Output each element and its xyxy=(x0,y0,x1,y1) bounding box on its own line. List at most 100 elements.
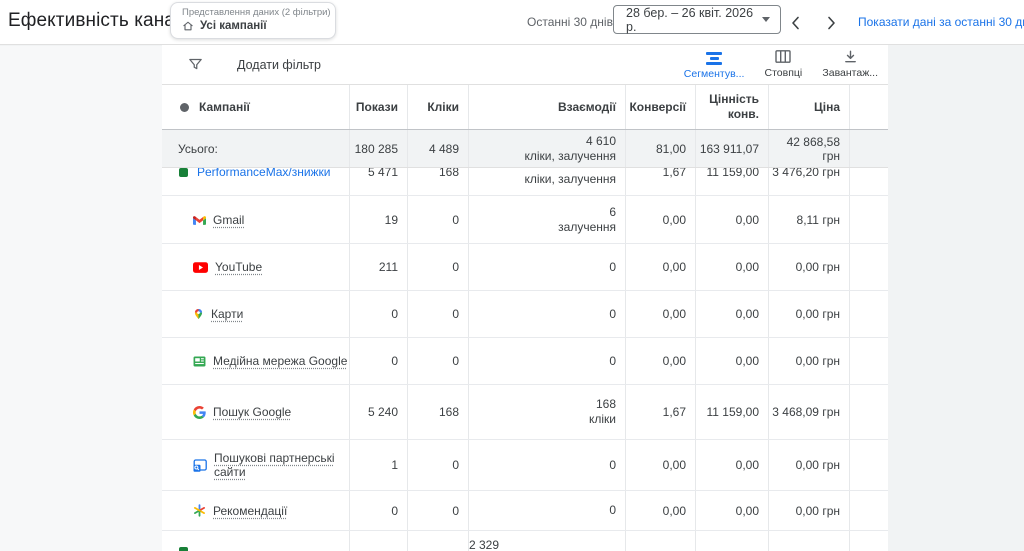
cell-cost: 0,00 грн xyxy=(768,491,849,530)
previous-period-button[interactable] xyxy=(783,11,807,35)
chevron-left-icon xyxy=(790,16,801,30)
cell-cost: 3 468,09 грн xyxy=(768,385,849,439)
cell-clicks: 0 xyxy=(407,491,468,530)
segment-icon xyxy=(706,49,722,65)
cell-conversions: 0,00 xyxy=(625,440,695,490)
next-period-button[interactable] xyxy=(819,11,843,35)
channel-link[interactable]: YouTube xyxy=(215,260,262,274)
top-bar: Ефективність каналів Представлення даних… xyxy=(0,0,1024,45)
google-search-icon xyxy=(193,406,206,419)
cell-clicks: 0 xyxy=(407,196,468,243)
data-view-chip[interactable]: Представлення даних (2 фільтри) Усі камп… xyxy=(170,2,336,39)
header-cost[interactable]: Ціна xyxy=(768,85,849,129)
table-row: Медійна мережа Google 0 0 0 0,00 0,00 0,… xyxy=(162,338,888,385)
youtube-icon xyxy=(193,262,208,273)
channel-link[interactable]: Gmail xyxy=(213,213,244,227)
campaign-link[interactable]: PerformanceMax/знижки xyxy=(197,168,331,179)
cell-cost: 0,00 грн xyxy=(768,291,849,337)
cell-conversion-value: 0,00 xyxy=(695,291,768,337)
cell-clicks: 0 xyxy=(407,244,468,290)
search-partners-icon xyxy=(193,459,207,472)
header-clicks[interactable]: Кліки xyxy=(407,85,468,129)
cell-cost: 3 476,20 грн xyxy=(768,168,849,195)
cell-conversion-value: 0,00 xyxy=(695,491,768,530)
cell-conversion-value: 11 159,00 xyxy=(695,168,768,195)
cell-conversion-value xyxy=(695,531,768,551)
cell-conversions: 0,00 xyxy=(625,244,695,290)
download-button[interactable]: Завантаж... xyxy=(822,49,878,79)
cell-impressions xyxy=(349,531,407,551)
header-campaign-label: Кампанії xyxy=(199,100,250,114)
performance-max-icon xyxy=(179,168,188,177)
header-conversions[interactable]: Конверсії xyxy=(625,85,695,129)
table-row: Карти 0 0 0 0,00 0,00 0,00 грн xyxy=(162,291,888,338)
cell-impressions: 19 xyxy=(349,196,407,243)
table-body: PerformanceMax/знижки 5 471 168 кліки, з… xyxy=(162,168,888,551)
filter-toolbar: Додати фільтр Сегментув... Стовпці xyxy=(162,45,888,85)
channel-link[interactable]: Рекомендації xyxy=(213,504,287,518)
cell-clicks: 0 xyxy=(407,440,468,490)
cell-interactions-caption: кліки, залучення xyxy=(524,172,616,187)
columns-icon xyxy=(775,49,791,64)
cell-impressions: 0 xyxy=(349,291,407,337)
cell-conversions: 0,00 xyxy=(625,338,695,384)
header-conversion-value[interactable]: Цінність конв. xyxy=(695,85,768,129)
recommendations-icon xyxy=(193,504,206,517)
date-range-value: 28 бер. – 26 квіт. 2026 р. xyxy=(626,6,762,34)
left-background-pane xyxy=(0,46,162,551)
header-spacer xyxy=(849,85,888,129)
cell-conversions: 0,00 xyxy=(625,291,695,337)
download-icon xyxy=(843,49,858,64)
funnel-icon xyxy=(188,57,203,72)
columns-button[interactable]: Стовпці xyxy=(760,49,806,79)
totals-interactions: 4 610 кліки, залучення xyxy=(468,130,625,167)
cell-clicks: 0 xyxy=(407,291,468,337)
download-label: Завантаж... xyxy=(822,67,878,79)
maps-icon xyxy=(193,308,204,320)
cell-cost xyxy=(768,531,849,551)
cell-conversions: 1,67 xyxy=(625,385,695,439)
header-interactions[interactable]: Взаємодії xyxy=(468,85,625,129)
header-conversion-value-line2: конв. xyxy=(728,107,759,122)
cell-conversion-value: 0,00 xyxy=(695,338,768,384)
channel-link[interactable]: Карти xyxy=(211,307,243,321)
table-row: Рекомендації 0 0 0 0,00 0,00 0,00 грн xyxy=(162,491,888,531)
table-row: Пошукові партнерські сайти 1 0 0 0,00 0,… xyxy=(162,440,888,491)
cell-cost: 0,00 грн xyxy=(768,440,849,490)
totals-interactions-value: 4 610 xyxy=(586,134,616,149)
header-impressions[interactable]: Покази xyxy=(349,85,407,129)
cell-impressions: 1 xyxy=(349,440,407,490)
channel-link[interactable]: Пошукові партнерські сайти xyxy=(214,451,344,479)
campaign-icon xyxy=(179,547,188,551)
add-filter-button[interactable]: Додати фільтр xyxy=(162,57,321,72)
status-dot-icon xyxy=(180,103,189,112)
cell-conversion-value: 0,00 xyxy=(695,196,768,243)
totals-clicks: 4 489 xyxy=(407,130,468,167)
table-row: Gmail 19 0 6 залучення 0,00 0,00 8,11 гр… xyxy=(162,196,888,244)
cell-conversions: 0,00 xyxy=(625,196,695,243)
segment-label: Сегментув... xyxy=(684,68,745,80)
cell-impressions: 0 xyxy=(349,491,407,530)
channel-link[interactable]: Пошук Google xyxy=(213,405,291,419)
cell-clicks: 0 xyxy=(407,338,468,384)
header-conversion-value-line1: Цінність xyxy=(709,92,759,107)
cell-clicks: 168 xyxy=(407,385,468,439)
columns-label: Стовпці xyxy=(765,67,803,79)
cell-interactions-value: 0 xyxy=(609,307,616,322)
cell-cost: 0,00 грн xyxy=(768,338,849,384)
cell-conversions xyxy=(625,531,695,551)
header-campaign[interactable]: Кампанії xyxy=(162,85,349,129)
date-range-button[interactable]: 28 бер. – 26 квіт. 2026 р. xyxy=(613,5,781,34)
cell-interactions-value: 0 xyxy=(609,260,616,275)
totals-interactions-caption: кліки, залучення xyxy=(524,149,616,164)
cell-clicks xyxy=(407,531,468,551)
segment-button[interactable]: Сегментув... xyxy=(684,49,745,80)
home-icon xyxy=(182,20,194,32)
channel-link[interactable]: Медійна мережа Google xyxy=(213,354,347,368)
totals-conversion-value: 163 911,07 xyxy=(695,130,768,167)
show-data-link[interactable]: Показати дані за останні 30 днів xyxy=(858,15,1024,29)
totals-row: Усього: 180 285 4 489 4 610 кліки, залуч… xyxy=(162,130,888,168)
table-row: PerformanceMax/знижки 5 471 168 кліки, з… xyxy=(162,168,888,196)
cell-conversion-value: 0,00 xyxy=(695,244,768,290)
table-row: 2 329 xyxy=(162,531,888,551)
